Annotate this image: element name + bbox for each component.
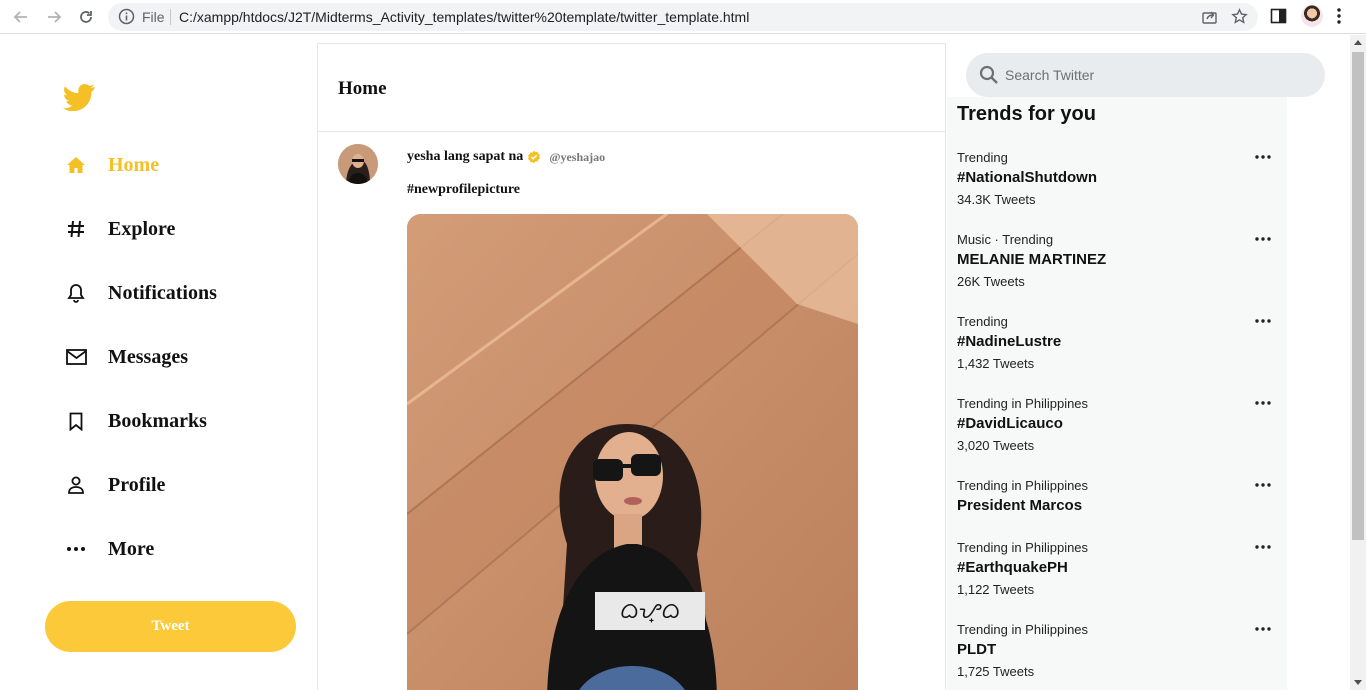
- search-icon: [979, 65, 999, 85]
- trend-item[interactable]: Trending #NationalShutdown 34.3K Tweets: [957, 150, 1277, 222]
- trend-category: Music · Trending: [957, 232, 1054, 247]
- trend-category: Trending in Philippines: [957, 396, 1089, 411]
- trend-count: 3,020 Tweets: [957, 438, 1035, 453]
- hashtag-icon: [65, 218, 87, 240]
- sidebar-item-label: Notifications: [108, 281, 217, 304]
- address-bar[interactable]: File C:/xampp/htdocs/J2T/Midterms_Activi…: [108, 3, 1258, 31]
- bookmark-icon: [65, 410, 87, 432]
- back-button[interactable]: [9, 5, 33, 29]
- trend-name: President Marcos: [957, 497, 1083, 514]
- more-dots-icon[interactable]: [1254, 624, 1272, 634]
- scroll-up-arrow-icon[interactable]: [1354, 39, 1362, 45]
- sidebar-item-label: Home: [108, 153, 160, 176]
- kebab-menu-icon[interactable]: [1336, 7, 1342, 25]
- more-dots-icon[interactable]: [1254, 398, 1272, 408]
- more-dots-icon[interactable]: [1254, 542, 1272, 552]
- trend-item[interactable]: Trending #NadineLustre 1,432 Tweets: [957, 314, 1277, 386]
- mail-icon: [65, 346, 87, 368]
- post-author-name[interactable]: yesha lang sapat na: [407, 149, 523, 165]
- trend-count: 1,432 Tweets: [957, 356, 1035, 371]
- reload-icon: [80, 11, 92, 23]
- sidebar-item-messages[interactable]: Messages: [65, 342, 188, 372]
- sidebar-item-profile[interactable]: Profile: [65, 470, 165, 500]
- trend-name: MELANIE MARTINEZ: [957, 251, 1107, 268]
- more-dots-icon[interactable]: [1254, 152, 1272, 162]
- sidebar-item-label: Explore: [108, 217, 176, 240]
- url-text[interactable]: C:/xampp/htdocs/J2T/Midterms_Activity_te…: [179, 9, 749, 25]
- file-label: File: [142, 9, 165, 25]
- svg-text:ᜊᜌ᜔ᜊ: ᜊᜌ᜔ᜊ: [620, 598, 680, 623]
- sidebar-item-explore[interactable]: Explore: [65, 214, 175, 244]
- verified-badge-icon: [528, 150, 541, 164]
- sidebar-item-label: Messages: [108, 345, 188, 368]
- page-title: Home: [338, 78, 387, 99]
- trend-item[interactable]: Trending in Philippines PLDT 1,725 Tweet…: [957, 622, 1277, 690]
- forward-button[interactable]: [42, 5, 66, 29]
- post-author-handle[interactable]: @yeshajao: [549, 150, 605, 165]
- post-image[interactable]: ᜊᜌ᜔ᜊ: [407, 214, 858, 690]
- info-icon[interactable]: [118, 8, 135, 25]
- trends-title: Trends for you: [957, 103, 1096, 125]
- trend-name: #DavidLicauco: [957, 415, 1063, 432]
- trend-name: PLDT: [957, 641, 997, 658]
- more-dots-icon[interactable]: [1254, 316, 1272, 326]
- star-icon[interactable]: [1231, 8, 1248, 25]
- person-icon: [65, 474, 87, 496]
- twitter-logo-icon[interactable]: [63, 83, 95, 111]
- trend-category: Trending in Philippines: [957, 540, 1089, 555]
- sidebar-item-label: Profile: [108, 473, 166, 496]
- trend-category: Trending: [957, 150, 1008, 165]
- feed-header: Home: [318, 44, 945, 132]
- trend-count: 1,122 Tweets: [957, 582, 1035, 597]
- scroll-down-arrow-icon[interactable]: [1354, 680, 1362, 686]
- browser-toolbar: File C:/xampp/htdocs/J2T/Midterms_Activi…: [0, 0, 1366, 34]
- home-icon: [65, 154, 87, 176]
- trend-category: Trending: [957, 314, 1008, 329]
- tweet-button[interactable]: Tweet: [45, 601, 296, 652]
- more-dots-icon[interactable]: [1254, 480, 1272, 490]
- trend-category: Trending in Philippines: [957, 478, 1089, 493]
- trend-item[interactable]: Trending in Philippines #DavidLicauco 3,…: [957, 396, 1277, 468]
- trend-item[interactable]: Music · Trending MELANIE MARTINEZ 26K Tw…: [957, 232, 1277, 304]
- divider: [170, 9, 171, 25]
- trends-panel: Trends for you Trending #NationalShutdow…: [947, 97, 1287, 690]
- side-panel-icon[interactable]: [1270, 8, 1288, 25]
- trend-name: #NadineLustre: [957, 333, 1062, 350]
- more-dots-icon[interactable]: [1254, 234, 1272, 244]
- page-scrollbar[interactable]: [1350, 35, 1366, 690]
- trend-category: Trending in Philippines: [957, 622, 1089, 637]
- post-header: yesha lang sapat na @yeshajao: [407, 149, 605, 165]
- share-icon[interactable]: [1201, 8, 1218, 25]
- sidebar-item-label: Bookmarks: [108, 409, 207, 432]
- arrow-right-icon: [48, 11, 62, 23]
- search-box[interactable]: [966, 53, 1325, 97]
- sidebar-item-label: More: [108, 537, 155, 560]
- post-text: #newprofilepicture: [407, 182, 521, 197]
- main-feed: Home yesha lang sapat na @yeshajao #newp…: [317, 43, 946, 690]
- arrow-left-icon: [13, 11, 27, 23]
- post-avatar[interactable]: [338, 144, 378, 184]
- trend-item[interactable]: Trending in Philippines #EarthquakePH 1,…: [957, 540, 1277, 612]
- reload-button[interactable]: [74, 5, 98, 29]
- trend-name: #NationalShutdown: [957, 169, 1097, 186]
- sidebar-item-more[interactable]: More: [65, 534, 154, 564]
- trend-name: #EarthquakePH: [957, 559, 1068, 576]
- trend-count: 26K Tweets: [957, 274, 1025, 289]
- scrollbar-thumb[interactable]: [1352, 52, 1364, 540]
- trend-count: 1,725 Tweets: [957, 664, 1035, 679]
- bell-icon: [65, 282, 87, 304]
- trend-count: 34.3K Tweets: [957, 192, 1036, 207]
- profile-avatar[interactable]: [1301, 5, 1323, 27]
- sidebar-item-bookmarks[interactable]: Bookmarks: [65, 406, 207, 436]
- search-input[interactable]: [1005, 67, 1285, 83]
- sidebar-item-notifications[interactable]: Notifications: [65, 278, 217, 308]
- more-dots-icon: [65, 538, 87, 560]
- sidebar-item-home[interactable]: Home: [65, 150, 159, 180]
